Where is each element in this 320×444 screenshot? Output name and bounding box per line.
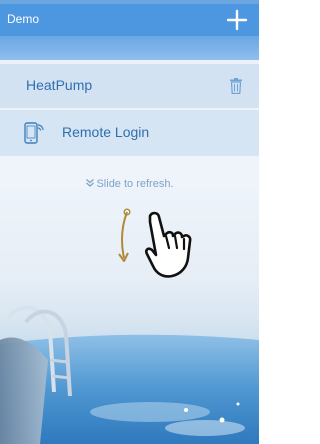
pool-background-image — [0, 305, 259, 444]
double-chevron-down-icon — [86, 179, 95, 187]
phone-wifi-icon — [24, 122, 44, 144]
app-screen: Demo HeatPump Remote Login Slide to refr… — [0, 0, 259, 444]
remote-login-label: Remote Login — [62, 124, 150, 140]
refresh-hint-text: Slide to refresh. — [96, 178, 174, 190]
trash-icon[interactable] — [229, 78, 243, 94]
header-band — [0, 36, 259, 60]
device-name: HeatPump — [26, 77, 93, 93]
remote-login-row[interactable]: Remote Login — [0, 110, 259, 156]
plus-icon[interactable] — [225, 8, 249, 32]
pull-down-hand-icon — [118, 208, 192, 278]
top-bar: Demo — [0, 4, 259, 36]
device-row-heatpump[interactable]: HeatPump — [0, 64, 259, 108]
refresh-hint: Slide to refresh. — [0, 178, 259, 190]
app-title: Demo — [7, 12, 40, 26]
